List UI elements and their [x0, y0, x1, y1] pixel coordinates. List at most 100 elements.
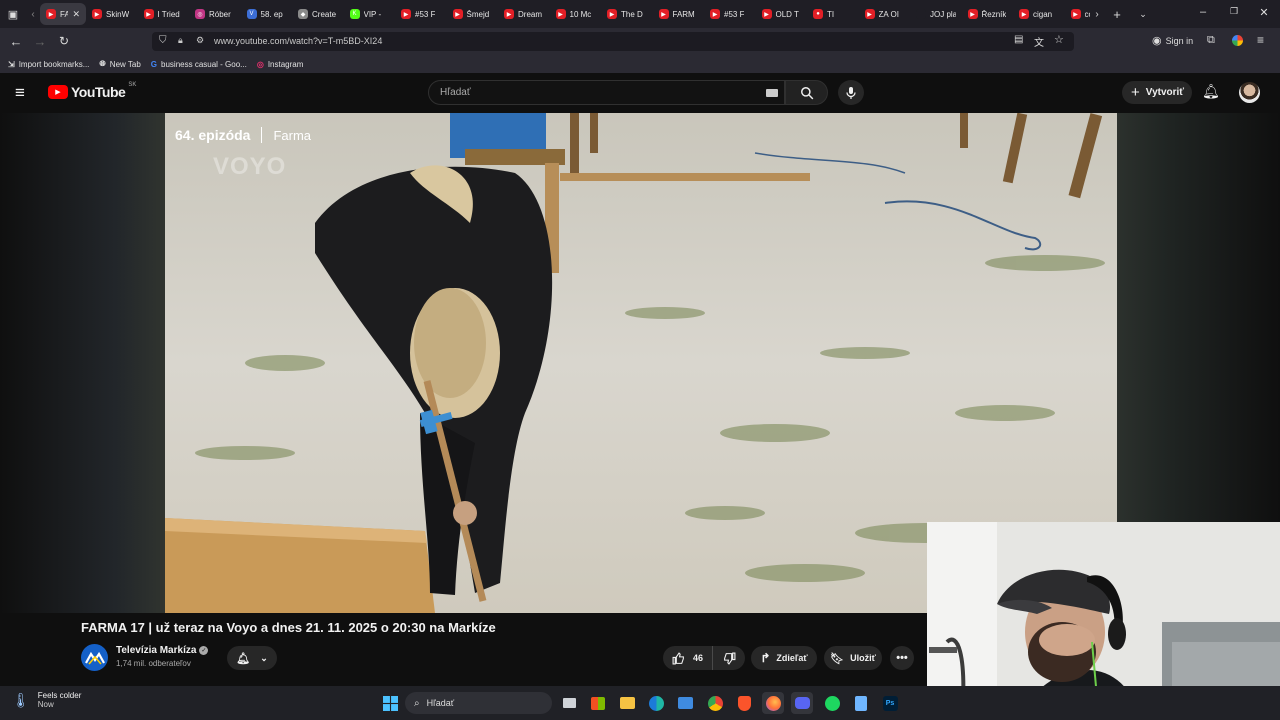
browser-tab[interactable]: ▶ 10 Mc — [550, 3, 602, 25]
window-close-icon[interactable]: ✕ — [1256, 6, 1272, 19]
back-icon[interactable]: ← — [8, 34, 24, 49]
search-input[interactable]: Hľadať — [440, 87, 471, 98]
chevron-down-icon: ⌄ — [260, 652, 268, 663]
browser-tab[interactable]: ▶ The D — [601, 3, 653, 25]
thumbs-down-icon — [723, 652, 735, 665]
translate-icon[interactable]: 文 — [1034, 34, 1044, 49]
discord-icon[interactable] — [791, 692, 813, 714]
bookmark-item[interactable]: Gbusiness casual - Goo... — [151, 60, 247, 69]
voice-search-button[interactable] — [838, 80, 864, 105]
account-button[interactable]: ◉ Sign in — [1152, 34, 1193, 47]
photos-icon[interactable] — [674, 692, 696, 714]
search-box[interactable]: Hľadať — [428, 80, 785, 105]
taskbar-search-input[interactable]: Hľadať — [427, 698, 455, 708]
like-button[interactable]: 46 — [663, 646, 713, 670]
channel-avatar[interactable] — [81, 644, 108, 671]
forward-icon[interactable]: → — [32, 34, 48, 49]
photoshop-icon[interactable]: Ps — [879, 692, 901, 714]
tab-close-icon[interactable]: ✕ — [72, 9, 80, 20]
window-restore-icon[interactable]: ❐ — [1226, 6, 1242, 17]
url-text[interactable]: www.youtube.com/watch?v=T-m5BD-XI24 — [214, 36, 382, 46]
user-avatar[interactable] — [1239, 82, 1260, 103]
tab-favicon-icon: ▶ — [710, 9, 720, 19]
browser-tab[interactable]: ◎ Róber — [189, 3, 241, 25]
subscribed-button[interactable]: 🔔︎ ⌄ — [227, 646, 277, 670]
notifications-bell-icon[interactable]: 🔔︎ — [1202, 83, 1220, 100]
chrome-icon[interactable] — [704, 692, 726, 714]
browser-tab[interactable]: ▶ OLD T — [756, 3, 808, 25]
browser-tab[interactable]: ▶ cigan — [1013, 3, 1065, 25]
bookmarks-bar: ⇲ Import bookmarks... 🌐︎ New Tab Gbusiness c… — [0, 55, 1280, 73]
youtube-logo[interactable]: ▶ YouTube SK — [48, 82, 136, 100]
browser-tab[interactable]: ▶ Dream — [498, 3, 550, 25]
more-actions-button[interactable]: ••• — [890, 646, 914, 670]
plus-icon: + — [1131, 84, 1140, 101]
browser-tab[interactable]: ▶ FA ✕ — [40, 3, 86, 25]
search-button[interactable] — [785, 80, 828, 105]
browser-tab[interactable]: ▶co — [1065, 3, 1090, 25]
keyboard-icon[interactable] — [766, 89, 778, 97]
thermometer-icon: 🌡︎ — [12, 691, 30, 708]
ambient-glow-left — [0, 113, 165, 613]
browser-tab[interactable]: ▶ Šmejd — [447, 3, 499, 25]
browser-tab[interactable]: ▶ Řezník — [962, 3, 1014, 25]
create-button[interactable]: + Vytvoriť — [1122, 81, 1192, 104]
browser-tab[interactable]: ▶ SkinW — [86, 3, 138, 25]
window-minimize-icon[interactable]: – — [1195, 6, 1211, 18]
reload-icon[interactable]: ↻ — [56, 34, 72, 48]
tab-list-dropdown-icon[interactable]: ⌄ — [1130, 9, 1156, 20]
weather-widget[interactable]: 🌡︎ Feels colder Now — [12, 691, 81, 709]
bookmark-item[interactable]: ◎ Instagram — [257, 60, 304, 69]
browser-tab[interactable]: K VIP - — [344, 3, 396, 25]
notepad-icon[interactable] — [850, 692, 872, 714]
share-button[interactable]: ↱ Zdieľať — [751, 646, 817, 670]
bookmark-item[interactable]: 🌐︎ New Tab — [99, 59, 140, 69]
save-button[interactable]: 🔖︎ Uložiť — [824, 646, 882, 670]
like-count: 46 — [693, 653, 704, 663]
brave-icon[interactable] — [733, 692, 755, 714]
browser-tab[interactable]: ▶ #53 F — [704, 3, 756, 25]
url-bar[interactable]: ⛉ 🔒︎ ⚙ www.youtube.com/watch?v=T-m5BD-XI… — [152, 32, 1074, 51]
tab-scroll-left-icon[interactable]: ‹ — [26, 0, 40, 28]
reader-view-icon[interactable]: ▤ — [1014, 34, 1023, 45]
new-tab-icon[interactable]: + — [1104, 7, 1130, 22]
tab-title: #53 F — [415, 9, 436, 19]
tab-scroll-right-icon[interactable]: › — [1090, 9, 1104, 20]
weather-subtitle: Now — [37, 700, 54, 709]
profile-color-icon[interactable] — [1232, 35, 1243, 46]
subscriber-count: 1,74 mil. odberateľov — [116, 659, 191, 668]
app-menu-icon[interactable]: ≡ — [1257, 33, 1264, 47]
tab-overview-icon[interactable]: ▣ — [0, 0, 26, 28]
spotify-icon[interactable] — [821, 692, 843, 714]
hamburger-menu-icon[interactable]: ≡ — [15, 83, 25, 103]
edge-icon[interactable] — [645, 692, 667, 714]
tab-favicon-icon: ▶ — [1019, 9, 1029, 19]
browser-tab[interactable]: V 58. ep — [241, 3, 293, 25]
browser-tab[interactable]: ◆ Create — [292, 3, 344, 25]
browser-tab[interactable]: ▶ FARM — [653, 3, 705, 25]
task-view-icon[interactable] — [558, 692, 580, 714]
save-label: Uložiť — [850, 653, 876, 663]
start-button[interactable] — [379, 692, 401, 714]
browser-tab[interactable]: ● TI — [807, 3, 859, 25]
bookmark-item[interactable]: ⇲ Import bookmarks... — [8, 60, 89, 69]
microsoft-store-icon[interactable] — [587, 692, 609, 714]
browser-tab[interactable]: ▶ #53 F — [395, 3, 447, 25]
tracking-shield-icon[interactable]: ⛉ — [159, 35, 167, 46]
lock-icon[interactable]: 🔒︎ — [178, 35, 183, 46]
bookmark-star-icon[interactable]: ☆ — [1054, 33, 1064, 46]
channel-name[interactable]: Televízia Markíza — [116, 645, 196, 656]
browser-tab[interactable]: ▶ I Tried — [138, 3, 190, 25]
account-icon: ◉ — [1152, 35, 1162, 47]
permissions-icon[interactable]: ⚙ — [196, 35, 204, 46]
browser-tab[interactable]: JOJ play — [910, 3, 962, 25]
tab-favicon-icon: ▶ — [607, 9, 617, 19]
firefox-icon[interactable] — [762, 692, 784, 714]
browser-tab[interactable]: ▶ ZA OI — [859, 3, 911, 25]
extensions-icon[interactable]: ⧉ — [1207, 34, 1215, 47]
file-explorer-icon[interactable] — [616, 692, 638, 714]
channel-info[interactable]: Televízia Markíza ✓ 1,74 mil. odberateľo… — [116, 645, 209, 668]
taskbar-search-box[interactable]: ⌕ Hľadať — [405, 692, 552, 714]
dislike-button[interactable] — [713, 646, 745, 670]
bell-icon: 🔔︎ — [236, 652, 251, 665]
